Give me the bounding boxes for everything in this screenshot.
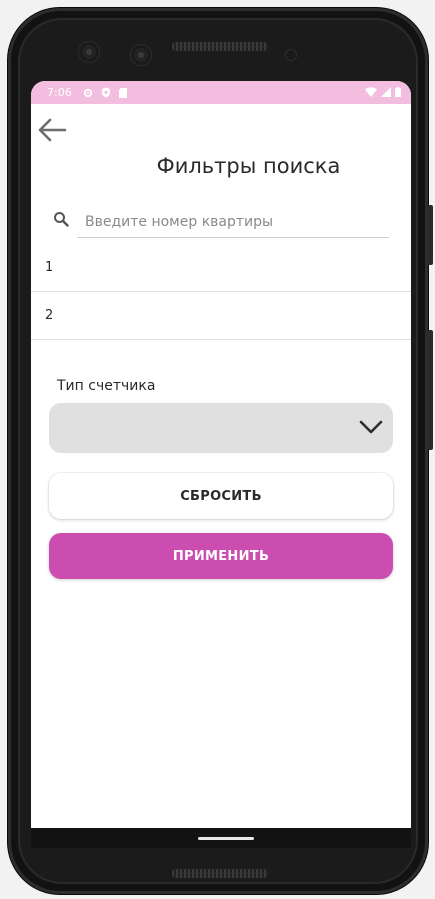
volume-button [428, 330, 433, 450]
gear-icon [83, 88, 93, 97]
arrow-left-icon [38, 118, 67, 142]
status-bar: 7:06 [31, 81, 411, 104]
search-input[interactable] [77, 206, 389, 238]
proximity-sensor [286, 50, 296, 60]
reset-button[interactable]: СБРОСИТЬ [49, 473, 393, 519]
list-item-label: 1 [45, 260, 54, 275]
signal-icon [381, 87, 391, 97]
wifi-icon [365, 87, 377, 97]
status-time: 7:06 [47, 86, 72, 99]
search-icon [54, 212, 69, 227]
reset-button-label: СБРОСИТЬ [180, 488, 262, 504]
bottom-speaker [172, 869, 268, 878]
shield-icon [102, 87, 110, 98]
navigation-bar [31, 828, 411, 848]
list-item-label: 2 [45, 308, 54, 323]
earpiece-speaker [172, 42, 268, 51]
front-camera-lens-right [131, 45, 151, 65]
status-icons-left [83, 87, 127, 98]
home-gesture-handle[interactable] [198, 837, 254, 840]
chevron-down-icon [359, 420, 383, 434]
meter-type-label: Тип счетчика [57, 378, 156, 394]
apply-button[interactable]: ПРИМЕНИТЬ [49, 533, 393, 579]
power-button [428, 205, 433, 265]
apply-button-label: ПРИМЕНИТЬ [172, 548, 270, 564]
battery-icon [395, 87, 401, 97]
sd-card-icon [119, 87, 127, 98]
list-item-apartment-1[interactable]: 1 [31, 244, 411, 292]
page-title: Фильтры поиска [156, 154, 341, 178]
back-button[interactable] [36, 116, 72, 146]
status-icons-right [365, 87, 401, 97]
list-item-apartment-2[interactable]: 2 [31, 292, 411, 340]
front-camera-lens-left [79, 42, 99, 62]
meter-type-select[interactable] [49, 403, 393, 453]
app-screen: 7:06 Фильтры поиска Введите номер кварти… [31, 81, 411, 828]
